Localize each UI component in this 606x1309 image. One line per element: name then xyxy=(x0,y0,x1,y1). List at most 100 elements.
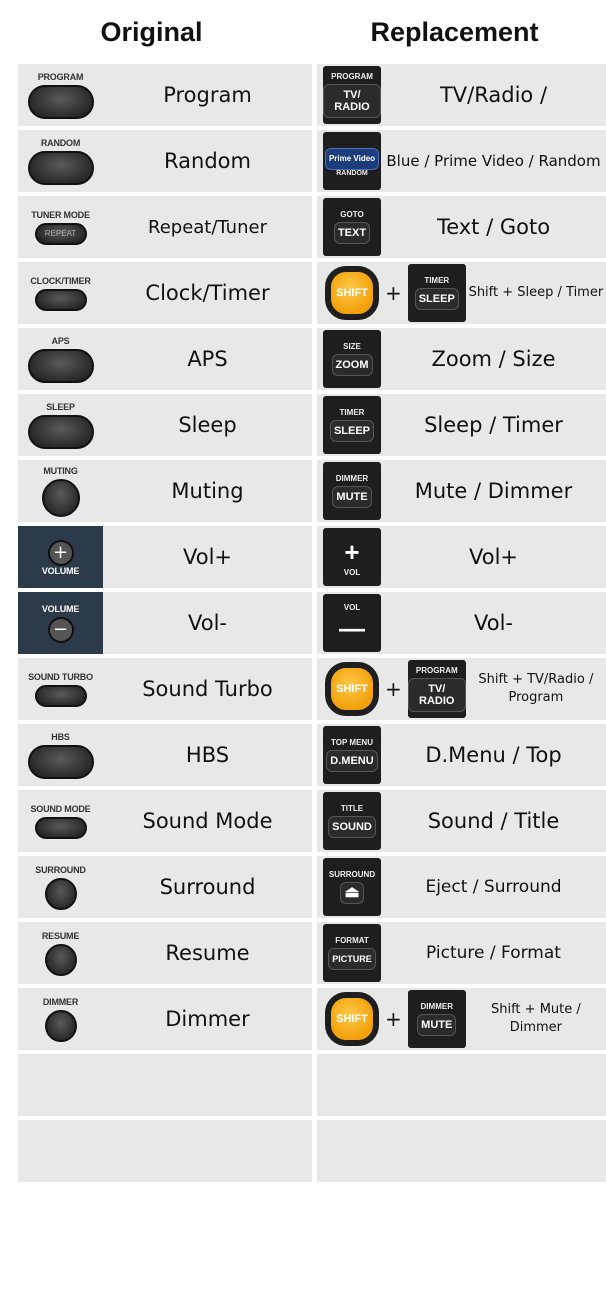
replacement-button-image: VOL — xyxy=(323,594,381,652)
replacement-function: Eject / Surround xyxy=(425,877,562,897)
button-mapping-table: PROGRAM Program PROGRAM TV/ RADIO TV/Rad… xyxy=(18,64,606,1186)
original-function: Sound Turbo xyxy=(142,677,273,701)
replacement-button-image: + VOL xyxy=(323,528,381,586)
table-row: MUTING Muting DIMMER MUTE Mute / Dimmer xyxy=(18,460,606,526)
shift-button-icon: SHIFT xyxy=(325,662,379,716)
original-button-image: CLOCK/TIMER xyxy=(18,262,103,324)
original-button-label: SOUND MODE xyxy=(30,803,91,814)
original-cell: RESUME Resume xyxy=(18,922,312,984)
original-button-image: + VOLUME xyxy=(18,526,103,588)
replacement-function: D.Menu / Top xyxy=(425,743,562,767)
replacement-button-top-label: PROGRAM xyxy=(331,72,373,81)
remote-button-icon xyxy=(27,744,94,779)
replacement-button-image: GOTO TEXT xyxy=(323,198,381,256)
replacement-button-top-label: DIMMER xyxy=(335,474,369,483)
replacement-cell: PROGRAM TV/ RADIO TV/Radio / xyxy=(317,64,606,126)
original-button-image: MUTING xyxy=(18,460,103,522)
original-cell: SOUND MODE Sound Mode xyxy=(18,790,312,852)
replacement-cell-empty xyxy=(317,1054,606,1116)
original-button-image: DIMMER xyxy=(18,988,103,1050)
shift-button-icon: SHIFT xyxy=(325,992,379,1046)
replacement-cell: + VOL Vol+ xyxy=(317,526,606,588)
replacement-cell: SURROUND ⏏ Eject / Surround xyxy=(317,856,606,918)
replacement-button-image: SURROUND ⏏ xyxy=(323,858,381,916)
remote-button-icon xyxy=(27,414,94,449)
remote-button-icon xyxy=(27,150,94,185)
original-cell: DIMMER Dimmer xyxy=(18,988,312,1050)
original-function: HBS xyxy=(185,743,230,767)
original-cell-empty xyxy=(18,1054,312,1116)
replacement-cell: TIMER SLEEP Sleep / Timer xyxy=(317,394,606,456)
replacement-button-top-label: SIZE xyxy=(343,342,361,351)
replacement-button-key-label: SLEEP xyxy=(329,420,375,442)
original-cell: VOLUME − Vol- xyxy=(18,592,312,654)
original-button-label: DIMMER xyxy=(42,996,79,1007)
original-button-label: RANDOM xyxy=(40,137,81,148)
replacement-cell: SHIFT + PROGRAM TV/ RADIO Shift + TV/Rad… xyxy=(317,658,606,720)
replacement-button-image: FORMAT PICTURE xyxy=(323,924,381,982)
original-button-label: RESUME xyxy=(41,930,80,941)
original-cell: SURROUND Surround xyxy=(18,856,312,918)
original-function: Repeat/Tuner xyxy=(148,216,267,238)
replacement-button-image: TIMER SLEEP xyxy=(407,264,466,322)
replacement-button-image: SIZE ZOOM xyxy=(323,330,381,388)
replacement-cell: GOTO TEXT Text / Goto xyxy=(317,196,606,258)
replacement-button-key-label: MUTE xyxy=(417,1014,457,1036)
table-row-empty xyxy=(18,1120,606,1186)
original-cell: TUNER MODE REPEAT Repeat/Tuner xyxy=(18,196,312,258)
remote-button-icon xyxy=(44,943,77,976)
replacement-cell: SHIFT + TIMER SLEEP Shift + Sleep / Time… xyxy=(317,262,606,324)
replacement-function: Vol- xyxy=(474,611,513,635)
replacement-cell: TITLE SOUND Sound / Title xyxy=(317,790,606,852)
replacement-function: TV/Radio / xyxy=(439,83,548,107)
original-button-label: SLEEP xyxy=(46,401,75,412)
replacement-cell: SHIFT + DIMMER MUTE Shift + Mute / Dimme… xyxy=(317,988,606,1050)
replacement-button-key-label: TEXT xyxy=(333,222,371,244)
original-function: Vol+ xyxy=(182,545,232,569)
replacement-button-top-label: TIMER xyxy=(424,276,450,285)
original-button-image: RESUME xyxy=(18,922,103,984)
plus-icon: + xyxy=(47,539,74,566)
replacement-button-key-label: PICTURE xyxy=(328,948,376,970)
replacement-button-image: PROGRAM TV/ RADIO xyxy=(407,660,466,718)
replacement-button-image: TOP MENU D.MENU xyxy=(323,726,381,784)
replacement-button-key-label: TV/ RADIO xyxy=(407,678,466,712)
table-row: SURROUND Surround SURROUND ⏏ Eject / Sur… xyxy=(18,856,606,922)
replacement-button-key-label: SLEEP xyxy=(414,288,459,310)
replacement-button-image: TITLE SOUND xyxy=(323,792,381,850)
prime-video-icon: Prime Video xyxy=(324,147,380,170)
original-cell: SLEEP Sleep xyxy=(18,394,312,456)
table-row: RESUME Resume FORMAT PICTURE Picture / F… xyxy=(18,922,606,988)
original-button-image: PROGRAM xyxy=(18,64,103,126)
original-button-label: TUNER MODE xyxy=(31,209,90,220)
replacement-button-key-label: TV/ RADIO xyxy=(323,84,381,118)
remote-button-icon xyxy=(44,877,77,910)
replacement-function: Mute / Dimmer xyxy=(414,479,573,503)
replacement-button-bottom-label: VOL xyxy=(343,567,361,577)
original-cell: SOUND TURBO Sound Turbo xyxy=(18,658,312,720)
table-header: Original Replacement xyxy=(0,0,606,64)
remote-button-icon xyxy=(27,84,94,119)
replacement-button-top-label: VOL xyxy=(343,602,361,612)
table-row-empty xyxy=(18,1054,606,1120)
remote-button-icon: REPEAT xyxy=(34,222,87,245)
table-row: APS APS SIZE ZOOM Zoom / Size xyxy=(18,328,606,394)
original-function: Surround xyxy=(159,875,256,899)
original-button-label: SURROUND xyxy=(35,864,86,875)
original-function: Program xyxy=(163,83,252,107)
original-function: Muting xyxy=(171,479,244,503)
plus-sign: + xyxy=(385,677,402,701)
replacement-button-key-label: D.MENU xyxy=(326,750,378,772)
plus-sign: + xyxy=(385,1007,402,1031)
original-button-label: PROGRAM xyxy=(37,71,84,82)
original-cell: APS APS xyxy=(18,328,312,390)
original-function: Resume xyxy=(165,941,250,965)
header-original: Original xyxy=(100,17,203,47)
volume-down-icon: — xyxy=(339,612,365,643)
replacement-cell: FORMAT PICTURE Picture / Format xyxy=(317,922,606,984)
original-function: Sleep xyxy=(178,413,237,437)
original-button-label: VOLUME xyxy=(41,565,80,576)
replacement-cell: VOL — Vol- xyxy=(317,592,606,654)
table-row: VOLUME − Vol- VOL — Vol- xyxy=(18,592,606,658)
table-row: CLOCK/TIMER Clock/Timer SHIFT + TIMER SL… xyxy=(18,262,606,328)
